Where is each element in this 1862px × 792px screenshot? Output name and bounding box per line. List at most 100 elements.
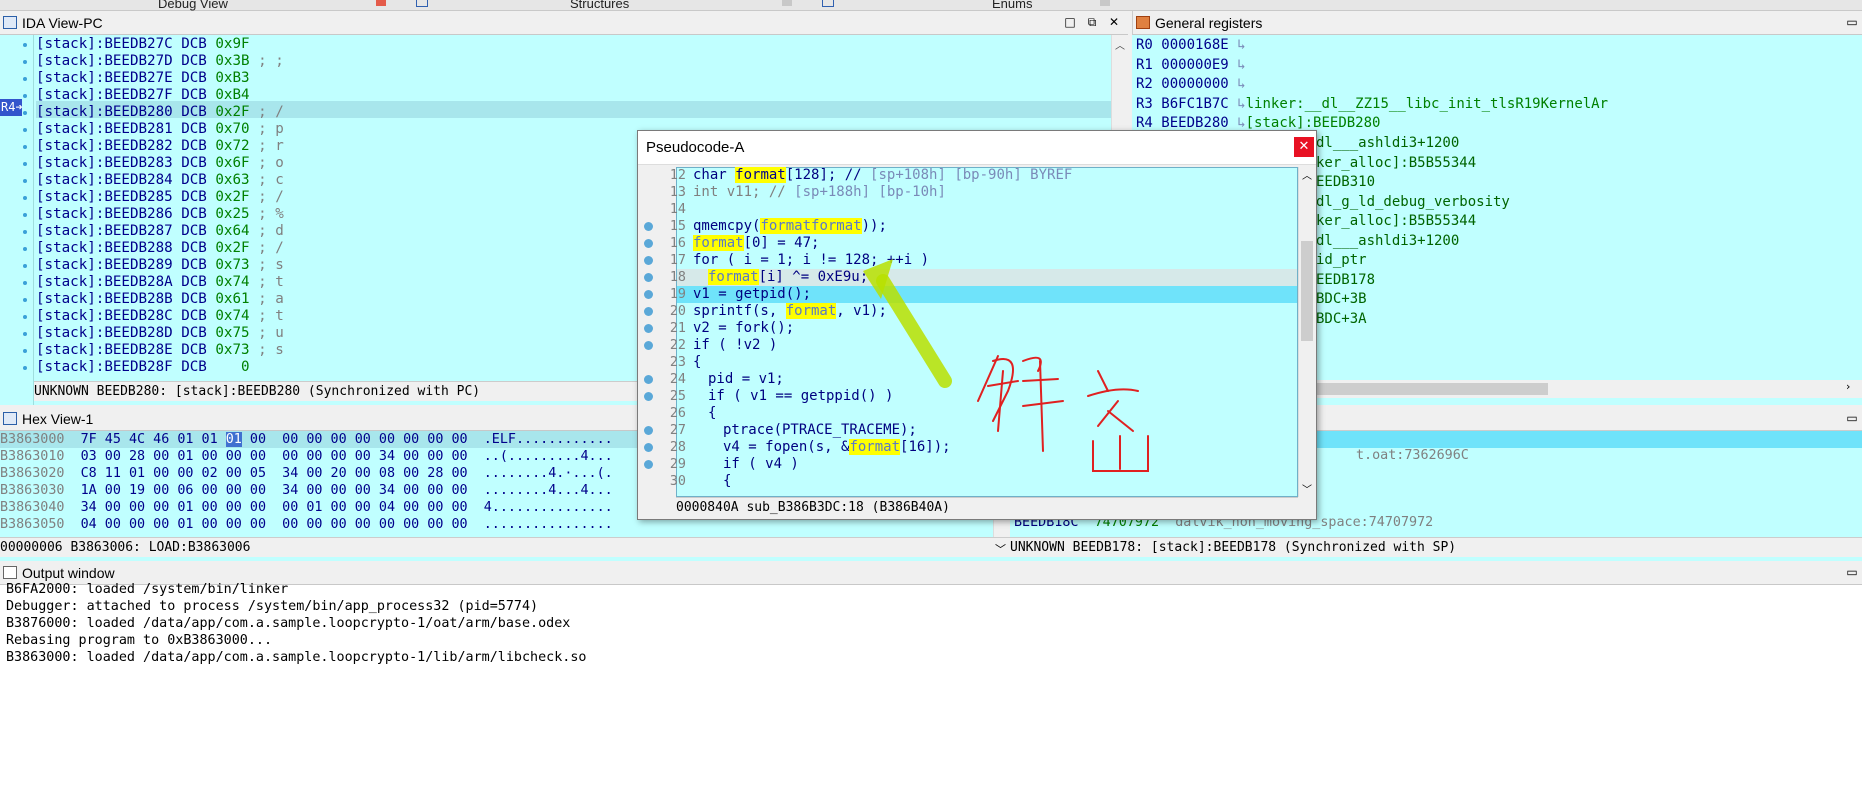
close-icon[interactable]: ✕ — [1106, 14, 1122, 30]
hex-status-bar: 00000006 B3863006: LOAD:B3863006 — [0, 537, 1010, 557]
line-number: 15 — [669, 219, 686, 234]
register-ref-partial: EEDB310 — [1316, 174, 1376, 190]
register-row[interactable]: R1 000000E9 ↳ — [1136, 56, 1246, 75]
line-dot — [23, 281, 27, 285]
line-dot — [23, 230, 27, 234]
ida-line[interactable]: [stack]:BEEDB283 DCB 0x6F ; o — [36, 155, 284, 172]
ida-line[interactable]: [stack]:BEEDB27E DCB 0xB3 — [36, 70, 258, 87]
code-line-22: if ( !v2 ) — [693, 337, 778, 353]
line-dot — [23, 179, 27, 183]
tab-structures[interactable]: Structures — [570, 0, 629, 11]
line-dot — [23, 128, 27, 132]
line-dot — [23, 196, 27, 200]
code-line-24: pid = v1; — [708, 371, 784, 387]
ida-line[interactable]: [stack]:BEEDB281 DCB 0x70 ; p — [36, 121, 284, 138]
breakpoint-dot[interactable] — [644, 256, 653, 265]
ida-line[interactable]: [stack]:BEEDB284 DCB 0x63 ; c — [36, 172, 284, 189]
annotation-handwriting — [977, 355, 1149, 472]
close-icon[interactable] — [782, 0, 792, 6]
breakpoint-dot[interactable] — [644, 324, 653, 333]
ida-line[interactable]: [stack]:BEEDB28A DCB 0x74 ; t — [36, 274, 284, 291]
line-number: 12 — [669, 168, 686, 183]
breakpoint-dot[interactable] — [644, 239, 653, 248]
close-icon[interactable] — [376, 0, 386, 6]
ida-line[interactable]: [stack]:BEEDB27D DCB 0x3B ; ; — [36, 53, 284, 70]
register-ref-partial: dl___ashldi3+1200 — [1316, 135, 1460, 151]
output-line: Rebasing program to 0xB3863000... — [6, 633, 273, 648]
hex-row[interactable]: B3863020 C8 11 01 00 00 02 00 05 34 00 2… — [0, 465, 613, 482]
jump-icon[interactable]: ↳ — [1237, 37, 1245, 53]
breakpoint-dot[interactable] — [644, 460, 653, 469]
close-icon[interactable]: ✕ — [1294, 137, 1314, 157]
breakpoint-dot[interactable] — [644, 426, 653, 435]
ida-line[interactable]: [stack]:BEEDB282 DCB 0x72 ; r — [36, 138, 284, 155]
scroll-thumb[interactable] — [1301, 241, 1313, 341]
ida-line[interactable]: [stack]:BEEDB28D DCB 0x75 ; u — [36, 325, 284, 342]
breakpoint-dot[interactable] — [644, 375, 653, 384]
line-number: 30 — [669, 474, 686, 489]
register-ref-partial: BDC+3B — [1316, 291, 1367, 307]
ida-gutter — [0, 35, 34, 405]
hex-row[interactable]: B3863050 04 00 00 00 01 00 00 00 00 00 0… — [0, 516, 613, 533]
pseudocode-vscrollbar[interactable]: ︿ ﹀ — [1298, 167, 1315, 497]
output-line: B3876000: loaded /data/app/com.a.sample.… — [6, 616, 571, 631]
breakpoint-dot[interactable] — [644, 273, 653, 282]
ida-line[interactable]: [stack]:BEEDB287 DCB 0x64 ; d — [36, 223, 284, 240]
breakpoint-dot[interactable] — [644, 392, 653, 401]
ida-line[interactable]: [stack]:BEEDB280 DCB 0x2F ; / — [36, 104, 284, 121]
ida-line[interactable]: [stack]:BEEDB28E DCB 0x73 ; s — [36, 342, 284, 359]
close-icon[interactable] — [1100, 0, 1110, 6]
tab-enums[interactable]: Enums — [992, 0, 1032, 11]
ida-line[interactable]: [stack]:BEEDB289 DCB 0x73 ; s — [36, 257, 284, 274]
jump-icon[interactable]: ↳ — [1237, 96, 1245, 112]
register-marker: R4➔ — [0, 99, 23, 116]
line-dot — [23, 60, 27, 64]
breakpoint-dot[interactable] — [644, 290, 653, 299]
jump-icon[interactable]: ↳ — [1237, 115, 1245, 131]
hex-row[interactable]: B3863000 7F 45 4C 46 01 01 01 00 00 00 0… — [0, 431, 613, 448]
scroll-up-icon[interactable]: ︿ — [1302, 167, 1312, 182]
ida-line[interactable]: [stack]:BEEDB285 DCB 0x2F ; / — [36, 189, 284, 206]
scroll-down-icon[interactable]: ﹀ — [995, 541, 1006, 557]
ida-line[interactable]: [stack]:BEEDB286 DCB 0x25 ; % — [36, 206, 284, 223]
restore-icon[interactable]: ▭ — [1844, 564, 1860, 580]
ida-line[interactable]: [stack]:BEEDB28B DCB 0x61 ; a — [36, 291, 284, 308]
ida-line[interactable]: [stack]:BEEDB27F DCB 0xB4 — [36, 87, 258, 104]
hex-row[interactable]: B3863040 34 00 00 00 01 00 00 00 00 01 0… — [0, 499, 613, 516]
maximize-icon[interactable]: □ — [1062, 14, 1078, 30]
restore-icon[interactable]: ▭ — [1844, 410, 1860, 426]
output-panel[interactable]: B6FA2000: loaded /system/bin/linker Debug… — [0, 582, 1862, 792]
breakpoint-dot[interactable] — [644, 341, 653, 350]
scroll-down-icon[interactable]: ﹀ — [1302, 481, 1312, 496]
pseudocode-titlebar[interactable]: Pseudocode-A ✕ — [638, 131, 1316, 165]
line-dot — [23, 247, 27, 251]
restore-icon[interactable]: ⧉ — [1084, 14, 1100, 30]
line-number: 13 — [669, 185, 686, 200]
hex-row[interactable]: B3863010 03 00 28 00 01 00 00 00 00 00 0… — [0, 448, 613, 465]
line-number: 20 — [669, 304, 686, 319]
line-dot — [23, 298, 27, 302]
pseudocode-title: Pseudocode-A — [646, 139, 745, 156]
jump-icon[interactable]: ↳ — [1237, 76, 1245, 92]
breakpoint-dot[interactable] — [644, 443, 653, 452]
output-title: Output window — [22, 565, 115, 581]
pseudocode-window[interactable]: Pseudocode-A ✕ 12 13 14 15 16 17 18 19 20 21 22 23 2… — [637, 130, 1317, 520]
ida-line[interactable]: [stack]:BEEDB288 DCB 0x2F ; / — [36, 240, 284, 257]
register-row[interactable]: R2 00000000 ↳ — [1136, 75, 1246, 94]
tab-debug-view[interactable]: Debug View — [158, 0, 228, 11]
ida-line[interactable]: [stack]:BEEDB28F DCB 0 — [36, 359, 258, 376]
restore-icon[interactable]: ▭ — [1844, 14, 1860, 30]
ida-line[interactable]: [stack]:BEEDB28C DCB 0x74 ; t — [36, 308, 284, 325]
scroll-right-icon[interactable]: › — [1846, 380, 1850, 393]
jump-icon[interactable]: ↳ — [1237, 57, 1245, 73]
pseudocode-status-bar: 0000840A sub_B386B3DC:18 (B386B40A) — [676, 497, 1298, 517]
ida-line[interactable]: [stack]:BEEDB27C DCB 0x9F — [36, 36, 258, 53]
line-number: 14 — [669, 202, 686, 217]
register-row[interactable]: R0 0000168E ↳ — [1136, 36, 1246, 55]
breakpoint-dot[interactable] — [644, 222, 653, 231]
hex-row[interactable]: B3863030 1A 00 19 00 06 00 00 00 34 00 0… — [0, 482, 613, 499]
breakpoint-dot[interactable] — [644, 307, 653, 316]
line-dot — [23, 94, 27, 98]
register-row[interactable]: R3 B6FC1B7C ↳linker:__dl__ZZ15__libc_ini… — [1136, 95, 1608, 114]
scroll-up-icon[interactable]: ︿ — [1115, 37, 1125, 52]
